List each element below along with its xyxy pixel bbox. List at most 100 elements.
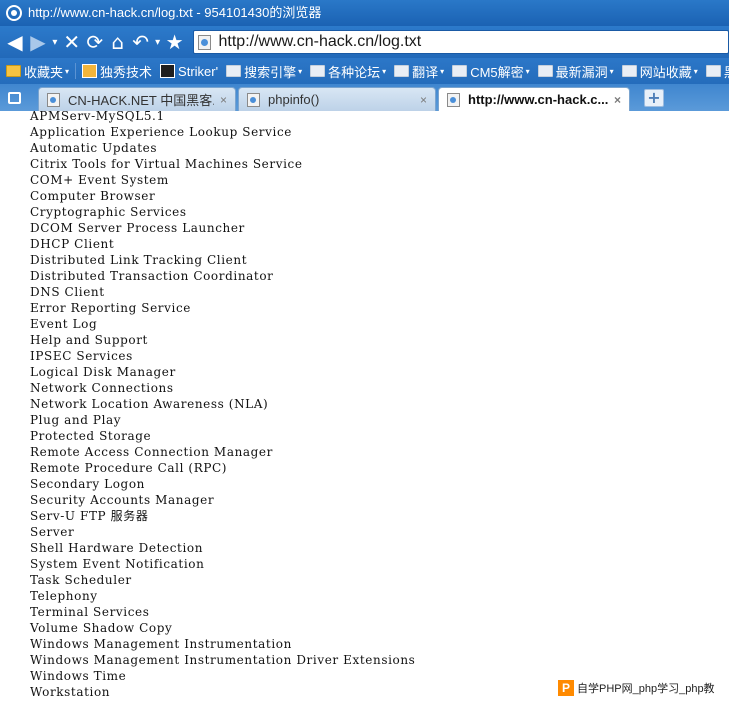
bookmark-duxiu[interactable]: 独秀技术	[82, 62, 152, 81]
service-list-item: Server	[30, 525, 75, 539]
page-favicon-icon	[247, 92, 260, 107]
service-list-item: Citrix Tools for Virtual Machines Servic…	[30, 157, 303, 171]
back-arrow-icon[interactable]: ◀	[4, 29, 26, 55]
bookmark-folder-forums[interactable]: 各种论坛 ▾	[310, 62, 386, 81]
home-icon[interactable]: ⌂	[107, 29, 129, 55]
service-list-item: Terminal Services	[30, 605, 150, 619]
service-list-item: Computer Browser	[30, 189, 156, 203]
folder-icon	[394, 65, 410, 77]
folder-icon	[621, 65, 637, 77]
bookmark-striker[interactable]: Striker'	[160, 64, 218, 79]
tab-label: http://www.cn-hack.c...	[468, 92, 608, 107]
favorite-star-icon[interactable]: ★	[164, 29, 186, 55]
service-list-item: Logical Disk Manager	[30, 365, 176, 379]
chevron-down-icon: ▾	[440, 66, 445, 76]
service-list-item: Application Experience Lookup Service	[30, 125, 292, 139]
service-list-item: COM+ Event System	[30, 173, 169, 187]
bookmark-favorites-menu[interactable]: 收藏夹 ▾	[6, 62, 69, 81]
tab-label: CN-HACK.NET 中国黑客...	[68, 93, 214, 108]
service-list-item: Plug and Play	[30, 413, 122, 427]
service-list-item: Network Location Awareness (NLA)	[30, 397, 269, 411]
forward-arrow-icon[interactable]: ▶	[27, 29, 49, 55]
service-list-item: Help and Support	[30, 333, 148, 347]
chevron-down-icon: ▾	[65, 66, 70, 76]
close-icon[interactable]: ×	[420, 93, 427, 107]
bookmark-folder-cm5[interactable]: CM5解密 ▾	[452, 62, 530, 81]
bookmark-folder-translate[interactable]: 翻译 ▾	[394, 62, 444, 81]
service-list-item: Network Connections	[30, 381, 174, 395]
tab-label: phpinfo()	[268, 92, 320, 107]
page-favicon-icon	[447, 92, 460, 107]
bookmark-folder-websites[interactable]: 网站收藏 ▾	[621, 62, 698, 81]
service-list-item: Cryptographic Services	[30, 205, 187, 219]
tab-menu-icon[interactable]	[4, 88, 24, 108]
url-input[interactable]	[218, 33, 699, 51]
service-list-item: Remote Procedure Call (RPC)	[30, 461, 228, 475]
orange-square-icon	[82, 64, 98, 78]
chevron-down-icon: ▾	[693, 66, 698, 76]
bookmark-folder-vulnerabilities[interactable]: 最新漏洞 ▾	[537, 62, 614, 81]
refresh-icon[interactable]: ⟳	[84, 29, 106, 55]
folder-icon	[705, 65, 721, 77]
watermark-text: 自学PHP网_php学习_php教	[577, 683, 715, 695]
service-list-item: Volume Shadow Copy	[30, 621, 173, 635]
service-list-item: Serv-U FTP 服务器	[30, 509, 149, 523]
bookmark-label: 翻译	[412, 64, 439, 80]
page-content: APMServ-MySQL5.1 Application Experience L…	[0, 111, 729, 701]
folder-icon	[226, 65, 242, 77]
chevron-down-icon: ▾	[525, 66, 530, 76]
new-tab-button[interactable]: +	[644, 89, 664, 107]
folder-icon	[452, 65, 468, 77]
tab-cn-hack[interactable]: CN-HACK.NET 中国黑客... ×	[38, 87, 236, 111]
window-title-bar: http://www.cn-hack.cn/log.txt - 95410143…	[0, 0, 729, 26]
bookmark-label: Striker'	[178, 63, 219, 79]
close-icon[interactable]: ×	[220, 93, 227, 107]
page-favicon-icon	[197, 34, 211, 50]
tab-log-txt[interactable]: http://www.cn-hack.c... ×	[438, 87, 630, 111]
site-watermark: P 自学PHP网_php学习_php教	[558, 678, 729, 698]
service-list-item: Distributed Link Tracking Client	[30, 253, 248, 267]
chevron-down-icon: ▾	[609, 66, 614, 76]
bookmark-label: 网站收藏	[639, 64, 692, 80]
service-list-item: Shell Hardware Detection	[30, 541, 204, 555]
service-list-item: IPSEC Services	[30, 349, 133, 363]
bookmark-folder-overflow[interactable]: 黑	[705, 62, 729, 81]
service-list-item: System Event Notification	[30, 557, 205, 571]
service-list-item: Secondary Logon	[30, 477, 145, 491]
service-list-item: DCOM Server Process Launcher	[30, 221, 245, 235]
service-list-item: Telephony	[30, 589, 98, 603]
star-folder-icon	[6, 65, 21, 77]
service-list-item: Windows Management Instrumentation	[30, 637, 292, 651]
service-list-item: Error Reporting Service	[30, 301, 191, 315]
bookmark-label: 最新漏洞	[555, 64, 608, 80]
forward-history-dropdown-icon[interactable]: ▾	[50, 29, 60, 55]
chevron-down-icon: ▾	[382, 66, 387, 76]
watermark-logo-icon: P	[558, 680, 574, 696]
bookmark-label: 收藏夹	[24, 64, 64, 80]
bookmark-label: 黑	[724, 62, 729, 81]
undo-close-tab-icon[interactable]: ↶	[130, 29, 152, 55]
chevron-down-icon: ▾	[298, 66, 303, 76]
bookmark-label: CM5解密	[470, 64, 524, 80]
close-icon[interactable]: ×	[614, 93, 621, 107]
navigation-toolbar: ◀ ▶ ▾ ✕ ⟳ ⌂ ↶ ▾ ★	[0, 26, 729, 58]
undo-dropdown-icon[interactable]: ▾	[153, 29, 163, 55]
service-list-item: Protected Storage	[30, 429, 152, 443]
bookmark-divider	[75, 63, 77, 79]
window-title: http://www.cn-hack.cn/log.txt - 95410143…	[28, 5, 322, 20]
tab-phpinfo[interactable]: phpinfo() ×	[238, 87, 436, 111]
service-list-item: Security Accounts Manager	[30, 493, 215, 507]
tab-bar: CN-HACK.NET 中国黑客... × phpinfo() × http:/…	[0, 84, 729, 111]
folder-icon	[537, 65, 553, 77]
service-list: APMServ-MySQL5.1 Application Experience L…	[30, 111, 415, 700]
service-list-item: Workstation	[30, 685, 111, 699]
service-list-item: Remote Access Connection Manager	[30, 445, 273, 459]
bookmark-folder-search-engines[interactable]: 搜索引擎 ▾	[226, 62, 302, 81]
service-list-item: Event Log	[30, 317, 98, 331]
address-bar[interactable]	[192, 30, 729, 54]
service-list-item: Distributed Transaction Coordinator	[30, 269, 274, 283]
browser-logo-icon	[6, 5, 22, 21]
service-list-item: Windows Time	[30, 669, 127, 683]
service-list-item: DHCP Client	[30, 237, 115, 251]
stop-icon[interactable]: ✕	[61, 29, 83, 55]
